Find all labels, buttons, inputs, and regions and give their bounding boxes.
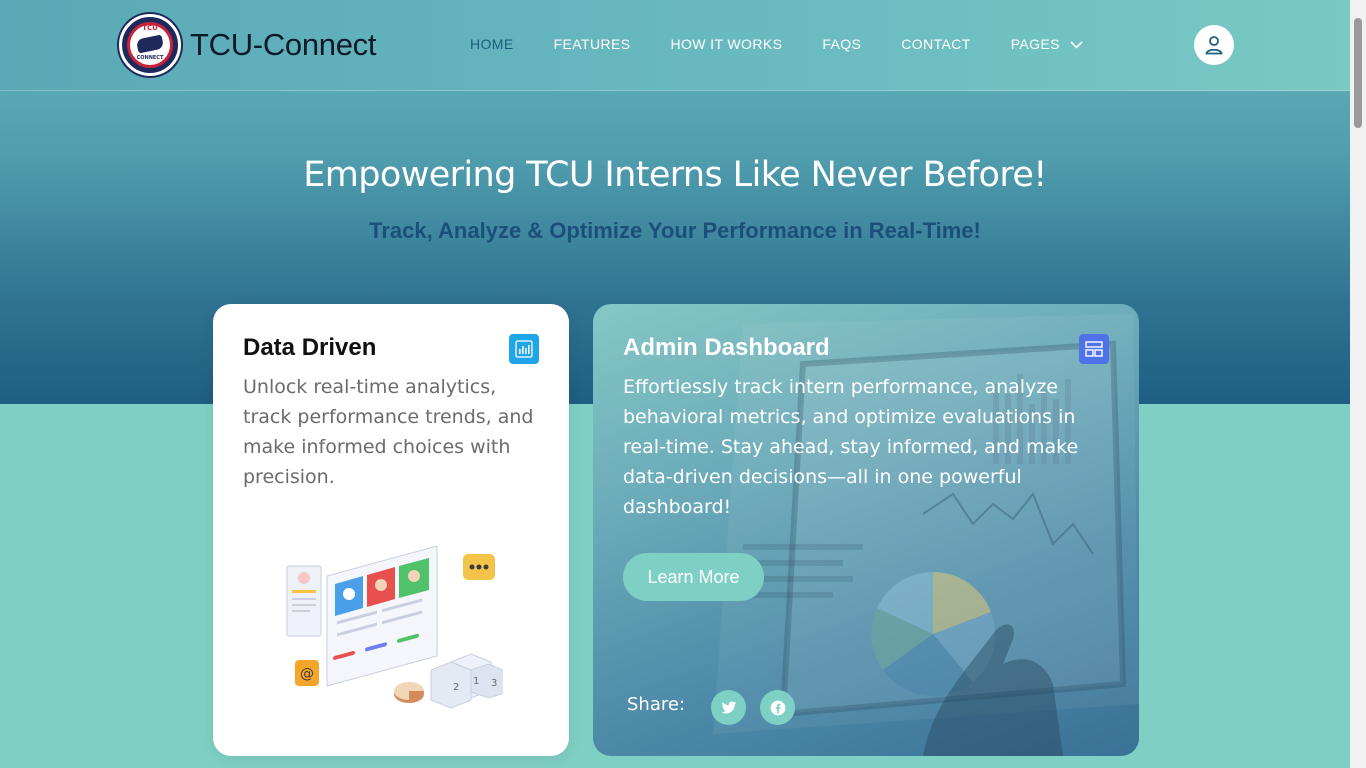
- twitter-share-button[interactable]: [711, 690, 746, 725]
- logo-bottom-text: CONNECT: [136, 55, 164, 61]
- svg-text:@: @: [300, 666, 314, 682]
- user-account-button[interactable]: [1194, 25, 1234, 65]
- user-icon: [1205, 36, 1223, 55]
- brand-name: TCU-Connect: [190, 27, 377, 62]
- logo-icon: TCU CONNECT: [119, 14, 181, 76]
- learn-more-button[interactable]: Learn More: [623, 553, 764, 601]
- facebook-share-button[interactable]: [760, 690, 795, 725]
- hero-subtitle: Track, Analyze & Optimize Your Performan…: [369, 218, 981, 243]
- brand-logo-link[interactable]: TCU CONNECT TCU-Connect: [119, 14, 377, 76]
- logo-top-text: TCU: [142, 24, 158, 32]
- bar-chart-icon: [509, 334, 539, 364]
- nav-item-home[interactable]: HOME: [470, 36, 514, 52]
- data-driven-title: Data Driven: [243, 334, 377, 361]
- nav-item-faqs[interactable]: FAQS: [822, 36, 861, 52]
- navbar: TCU CONNECT TCU-Connect HOME FEATURES HO…: [0, 0, 1350, 91]
- nav-item-features[interactable]: FEATURES: [554, 36, 631, 52]
- admin-dashboard-description: Effortlessly track intern performance, a…: [623, 376, 1079, 518]
- scrollbar-thumb[interactable]: [1354, 18, 1362, 128]
- svg-text:1: 1: [473, 676, 479, 687]
- hero-title: Empowering TCU Interns Like Never Before…: [303, 155, 1047, 195]
- data-driven-card: Data Driven Unlock real-time analytics, …: [213, 304, 569, 756]
- share-label: Share:: [627, 694, 686, 715]
- analytics-illustration: @ 2 1 3: [286, 545, 503, 709]
- nav-item-pages[interactable]: PAGES: [1011, 36, 1084, 52]
- svg-text:2: 2: [453, 682, 459, 693]
- data-driven-description: Unlock real-time analytics, track perfor…: [243, 376, 534, 488]
- page-scrollbar[interactable]: [1350, 0, 1366, 768]
- nav-item-contact[interactable]: CONTACT: [901, 36, 970, 52]
- nav-item-how-it-works[interactable]: HOW IT WORKS: [670, 36, 782, 52]
- facebook-icon: [770, 700, 785, 715]
- svg-text:3: 3: [491, 678, 497, 689]
- admin-dashboard-card: Admin Dashboard Effortlessly track inter…: [593, 304, 1139, 756]
- nav-menu: HOME FEATURES HOW IT WORKS FAQS CONTACT …: [470, 36, 1123, 52]
- dashboard-icon: [1079, 334, 1109, 364]
- admin-dashboard-title: Admin Dashboard: [623, 334, 830, 361]
- twitter-icon: [721, 701, 736, 713]
- nav-item-pages-label: PAGES: [1010, 36, 1060, 52]
- chevron-down-icon: [1070, 41, 1083, 49]
